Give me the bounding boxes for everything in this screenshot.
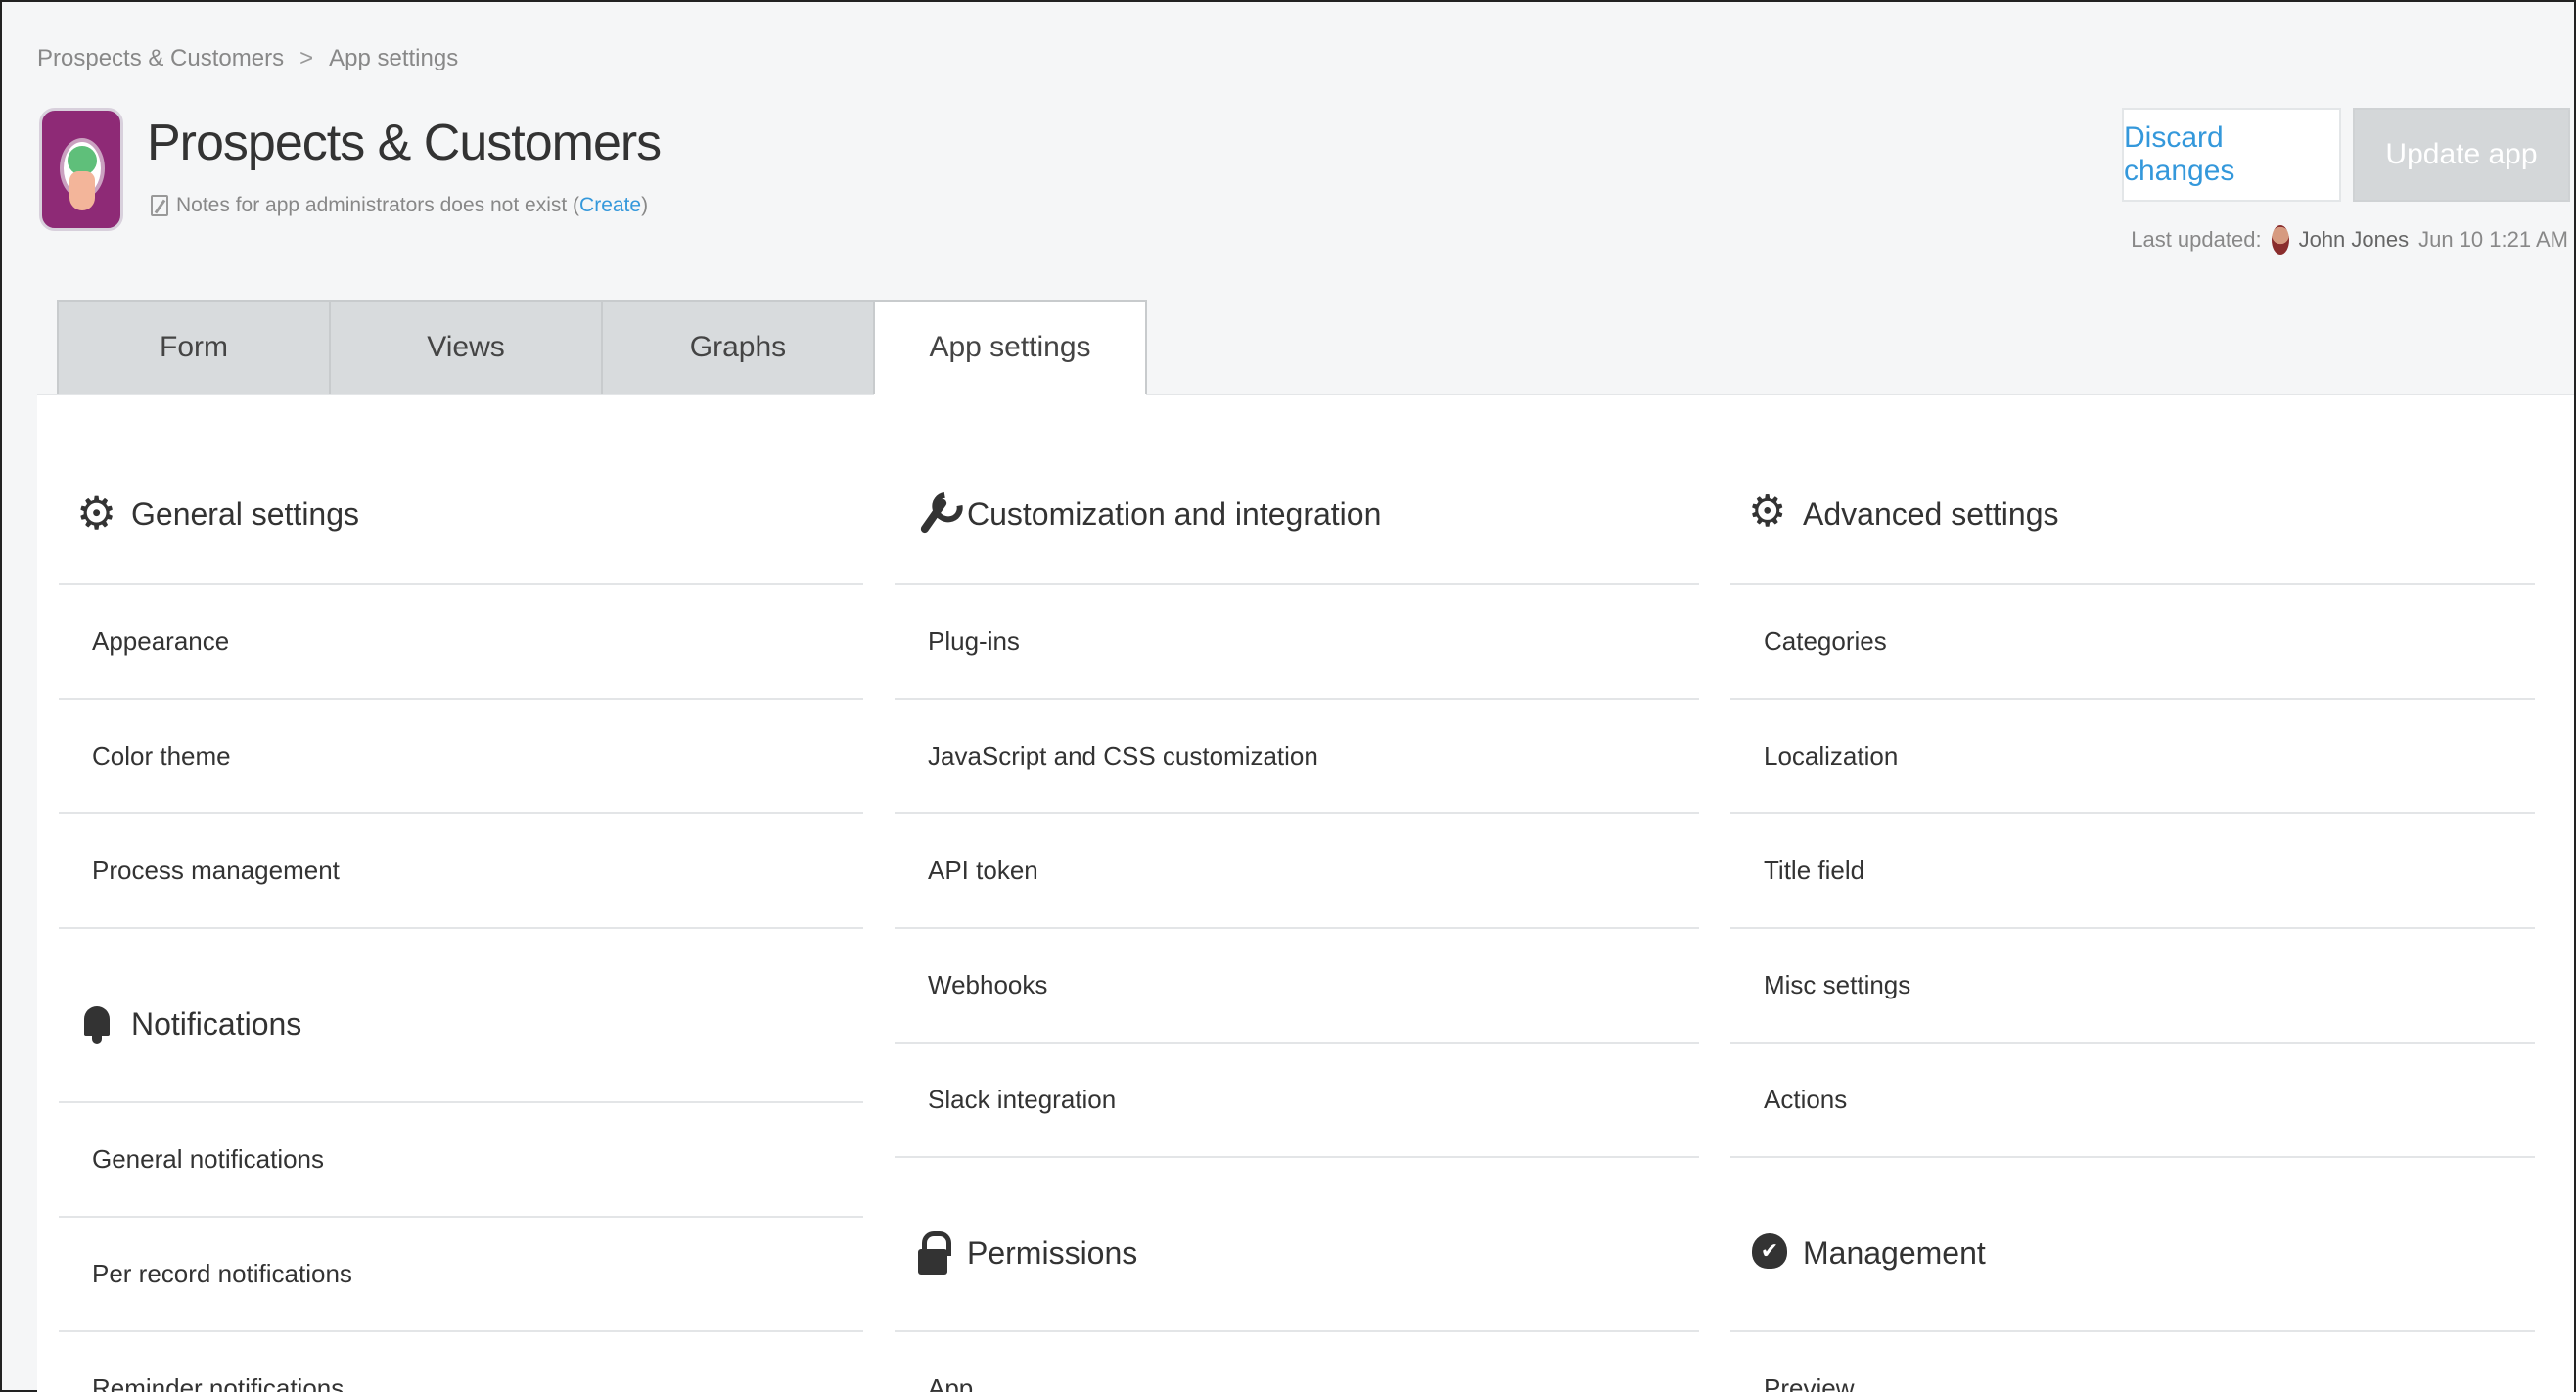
link-preview[interactable]: Preview [1730, 1332, 2535, 1392]
settings-column-2: Customization and integration Plug-ins J… [895, 395, 1699, 1392]
section-advanced-settings: Advanced settings [1730, 395, 2535, 585]
breadcrumb-parent-link[interactable]: Prospects & Customers [37, 45, 284, 72]
link-plug-ins[interactable]: Plug-ins [895, 585, 1699, 700]
link-categories[interactable]: Categories [1730, 585, 2535, 700]
section-title: Management [1803, 1234, 1986, 1271]
create-note-link[interactable]: Create [579, 194, 641, 216]
link-appearance[interactable]: Appearance [59, 585, 863, 700]
cloud-check-icon [1750, 1231, 1789, 1275]
admin-note-text: Notes for app administrators does not ex… [176, 194, 580, 216]
link-api-token[interactable]: API token [895, 814, 1699, 929]
note-edit-icon [151, 195, 168, 216]
section-title: General settings [131, 495, 360, 532]
gear-icon [76, 487, 117, 539]
app-icon [39, 108, 123, 231]
last-updated-time: Jun 10 1:21 AM [2418, 227, 2568, 252]
last-updated-label: Last updated: [2131, 227, 2262, 252]
gears-icon [1748, 487, 1789, 536]
page-title: Prospects & Customers [147, 115, 662, 171]
section-general-settings: General settings [59, 395, 863, 585]
section-title: Advanced settings [1803, 495, 2059, 532]
tab-graphs[interactable]: Graphs [601, 300, 875, 395]
section-title: Permissions [967, 1234, 1138, 1271]
avatar [2271, 225, 2289, 255]
tab-bar: Form Views Graphs App settings [57, 300, 1147, 395]
link-webhooks[interactable]: Webhooks [895, 929, 1699, 1044]
breadcrumb: Prospects & Customers > App settings [37, 45, 458, 72]
section-title: Customization and integration [967, 495, 1382, 532]
section-notifications: Notifications [59, 929, 863, 1103]
link-title-field[interactable]: Title field [1730, 814, 2535, 929]
discard-changes-button[interactable]: Discard changes [2122, 108, 2341, 202]
lock-icon [914, 1231, 953, 1275]
link-color-theme[interactable]: Color theme [59, 700, 863, 814]
tab-views[interactable]: Views [329, 300, 603, 395]
admin-note: Notes for app administrators does not ex… [151, 194, 648, 217]
link-per-record-notifications[interactable]: Per record notifications [59, 1218, 863, 1332]
link-reminder-notifications[interactable]: Reminder notifications [59, 1332, 863, 1392]
breadcrumb-current: App settings [329, 45, 459, 71]
settings-column-1: General settings Appearance Color theme … [59, 395, 863, 1392]
link-js-css-customization[interactable]: JavaScript and CSS customization [895, 700, 1699, 814]
breadcrumb-separator: > [299, 45, 314, 71]
settings-column-3: Advanced settings Categories Localizatio… [1730, 395, 2535, 1392]
bell-icon [78, 1002, 117, 1045]
section-management: Management [1730, 1158, 2535, 1332]
section-permissions: Permissions [895, 1158, 1699, 1332]
link-misc-settings[interactable]: Misc settings [1730, 929, 2535, 1044]
section-title: Notifications [131, 1005, 302, 1042]
update-app-button[interactable]: Update app [2353, 108, 2570, 202]
link-localization[interactable]: Localization [1730, 700, 2535, 814]
wrench-icon [914, 492, 953, 535]
admin-note-close: ) [641, 194, 649, 216]
section-customization: Customization and integration [895, 395, 1699, 585]
link-app-permissions[interactable]: App [895, 1332, 1699, 1392]
last-updated: Last updated: John Jones Jun 10 1:21 AM [2131, 225, 2568, 255]
settings-panel: General settings Appearance Color theme … [37, 394, 2574, 1392]
link-slack-integration[interactable]: Slack integration [895, 1044, 1699, 1158]
link-process-management[interactable]: Process management [59, 814, 863, 929]
last-updated-user[interactable]: John Jones [2299, 227, 2410, 253]
link-general-notifications[interactable]: General notifications [59, 1103, 863, 1218]
link-actions[interactable]: Actions [1730, 1044, 2535, 1158]
tab-app-settings[interactable]: App settings [873, 300, 1147, 395]
tab-form[interactable]: Form [57, 300, 331, 395]
